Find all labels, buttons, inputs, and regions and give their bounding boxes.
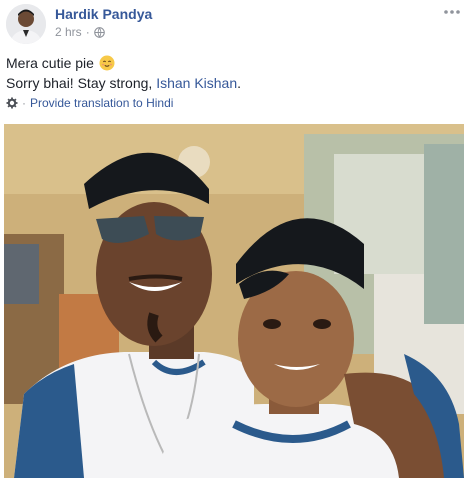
facebook-post: Hardik Pandya 2 hrs · Mera cutie pie Sor… xyxy=(0,0,467,480)
ellipsis-icon xyxy=(444,10,460,14)
author-avatar[interactable] xyxy=(6,4,46,44)
post-photo[interactable] xyxy=(4,124,464,478)
post-text: Mera cutie pie Sorry bhai! Stay strong, … xyxy=(6,53,241,93)
post-meta: 2 hrs · xyxy=(55,25,105,39)
post-text-line-2: Sorry bhai! Stay strong, Ishan Kishan . xyxy=(6,73,241,93)
photo-illustration xyxy=(4,124,464,478)
author-name[interactable]: Hardik Pandya xyxy=(55,6,152,22)
gear-icon xyxy=(6,97,18,109)
globe-icon[interactable] xyxy=(93,26,105,38)
meta-separator: · xyxy=(85,25,90,39)
smiling-face-emoji xyxy=(99,55,115,71)
mention-link[interactable]: Ishan Kishan xyxy=(156,73,237,93)
post-timestamp[interactable]: 2 hrs xyxy=(55,25,82,39)
post-text-line-1-content: Mera cutie pie xyxy=(6,55,94,71)
avatar-photo xyxy=(6,4,46,44)
post-text-line-2-prefix: Sorry bhai! Stay strong, xyxy=(6,75,157,91)
post-text-line-2-suffix: . xyxy=(237,75,242,91)
translate-separator: · xyxy=(22,96,26,110)
more-options-button[interactable] xyxy=(443,2,461,19)
post-text-line-1: Mera cutie pie xyxy=(6,53,241,73)
translate-label[interactable]: Provide translation to Hindi xyxy=(30,96,173,110)
translate-link[interactable]: · Provide translation to Hindi xyxy=(6,96,173,110)
